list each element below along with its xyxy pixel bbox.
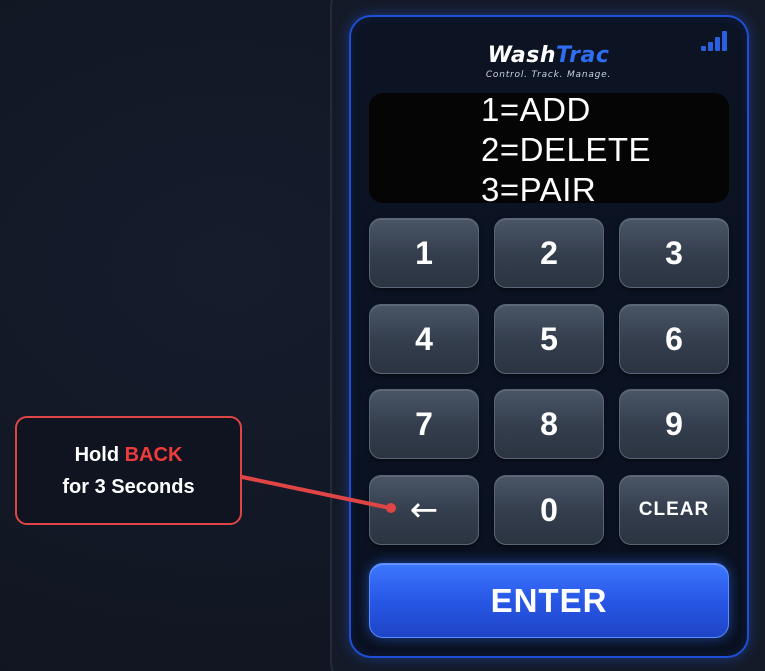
display-line-add: 1=ADD [481,91,591,128]
key-0[interactable]: 0 [494,475,604,545]
logo-tagline: Control. Track. Manage. [485,70,612,80]
callout-back-highlight: BACK [124,443,183,466]
key-5[interactable]: 5 [494,304,604,374]
back-button[interactable]: ← [369,475,479,545]
key-2[interactable]: 2 [494,218,604,288]
hold-back-callout: Hold BACK for 3 Seconds [15,416,242,525]
display-line-delete: 2=DELETE [481,131,651,168]
signal-strength-icon [701,29,731,51]
key-9[interactable]: 9 [619,389,729,459]
callout-hold: Hold [74,443,120,466]
washtrac-logo: WashTrac Control. Track. Manage. [466,43,631,85]
key-8[interactable]: 8 [494,389,604,459]
key-4[interactable]: 4 [369,304,479,374]
display-line-pair: 3=PAIR [481,171,597,208]
stage: WashTrac Control. Track. Manage. 1=ADD 2… [0,0,765,671]
callout-line-1: Hold BACK [75,439,183,471]
logo-wordmark: WashTrac [466,43,631,69]
key-7[interactable]: 7 [369,389,479,459]
logo-trac: Trac [556,43,610,68]
clear-button[interactable]: CLEAR [619,475,729,545]
key-6[interactable]: 6 [619,304,729,374]
key-3[interactable]: 3 [619,218,729,288]
lcd-display: 1=ADD 2=DELETE 3=PAIR [369,91,729,208]
logo-wash: Wash [487,43,557,68]
callout-line-2: for 3 Seconds [62,475,195,498]
key-1[interactable]: 1 [369,218,479,288]
enter-button[interactable]: ENTER [369,563,729,638]
